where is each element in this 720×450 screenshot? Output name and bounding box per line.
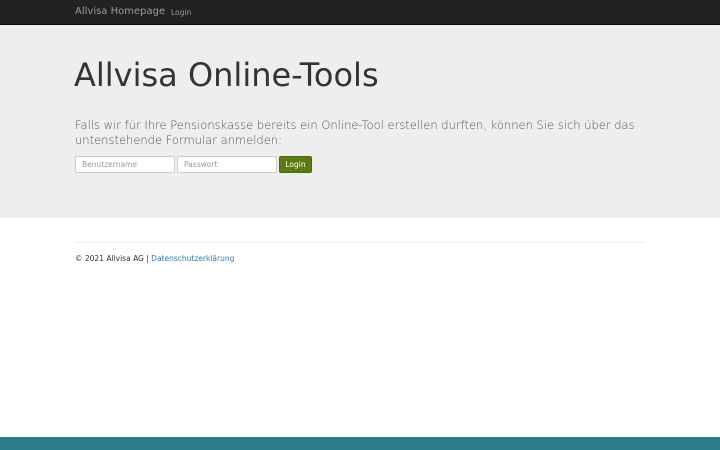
footer: © 2021 Allvisa AG | Datenschutzerklärung [75, 254, 234, 263]
bottom-bar [0, 437, 720, 450]
password-input[interactable] [177, 156, 277, 173]
page-title: Allvisa Online-Tools [74, 56, 379, 94]
brand-link[interactable]: Allvisa Homepage [75, 6, 165, 17]
intro-text: Falls wir für Ihre Pensionskasse bereits… [75, 118, 635, 147]
nav-login-link[interactable]: Login [171, 8, 191, 17]
privacy-link[interactable]: Datenschutzerklärung [151, 254, 234, 263]
jumbotron: Allvisa Online-Tools Falls wir für Ihre … [0, 25, 720, 218]
footer-divider [75, 242, 645, 243]
copyright-text: © 2021 Allvisa AG | [75, 254, 152, 263]
username-input[interactable] [75, 156, 175, 173]
login-button[interactable]: Login [279, 156, 312, 173]
top-navbar: Allvisa Homepage Login [0, 0, 720, 25]
